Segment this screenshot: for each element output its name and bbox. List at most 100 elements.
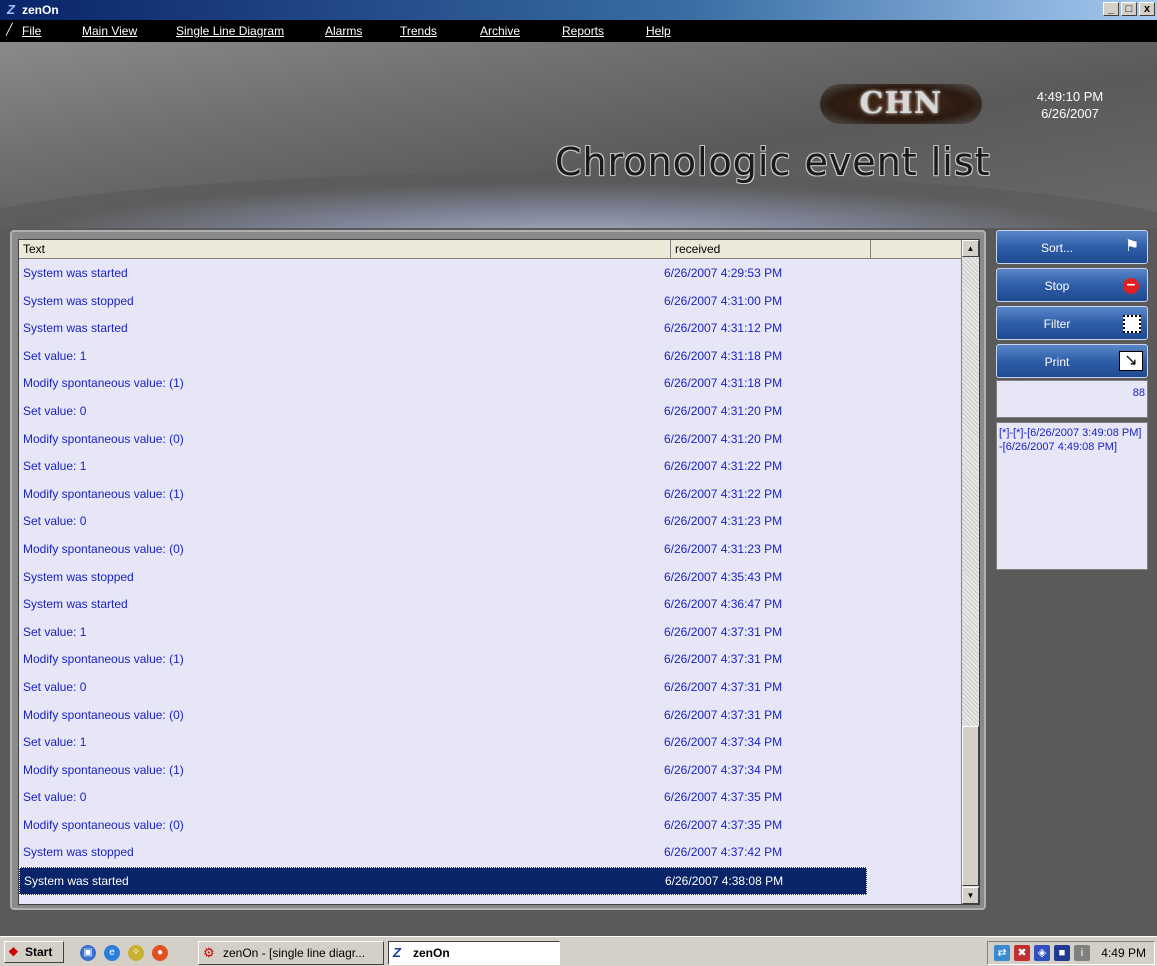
event-received: 6/26/2007 4:37:31 PM: [664, 652, 783, 667]
menu-file[interactable]: File: [22, 24, 41, 38]
table-row[interactable]: Modify spontaneous value: (1) 6/26/2007 4…: [19, 646, 961, 674]
event-received: 6/26/2007 4:37:31 PM: [664, 624, 783, 639]
sort-button[interactable]: Sort... ⚑: [996, 230, 1148, 264]
network-tray-icon[interactable]: ⇄: [994, 945, 1010, 961]
quicklaunch-ie-icon[interactable]: e: [104, 945, 120, 961]
table-row[interactable]: Modify spontaneous value: (0) 6/26/2007 4…: [19, 812, 961, 840]
table-row[interactable]: Modify spontaneous value: (1) 6/26/2007 4…: [19, 757, 961, 785]
volume-muted-tray-icon[interactable]: ✖: [1014, 945, 1030, 961]
start-button[interactable]: ❖ Start: [4, 941, 64, 963]
column-header-received[interactable]: received: [671, 240, 871, 259]
event-text: Modify spontaneous value: (1): [23, 486, 184, 501]
filter-icon: [1123, 315, 1141, 333]
table-row[interactable]: System was started 6/26/2007 4:36:47 PM: [19, 591, 961, 619]
event-text: Set value: 1: [23, 459, 87, 474]
event-text: Set value: 1: [23, 624, 87, 639]
table-row[interactable]: Set value: 0 6/26/2007 4:37:35 PM: [19, 784, 961, 812]
event-text: Set value: 0: [23, 514, 87, 529]
event-text: System was started: [23, 597, 128, 612]
table-row[interactable]: Set value: 1 6/26/2007 4:37:31 PM: [19, 619, 961, 647]
quicklaunch-desktop-icon[interactable]: ▣: [80, 945, 96, 961]
task-zenon-single-line[interactable]: ⚙ zenOn - [single line diagr...: [198, 941, 384, 965]
minimize-button[interactable]: _: [1103, 2, 1119, 16]
event-received: 6/26/2007 4:31:22 PM: [664, 459, 783, 474]
sort-icon: ⚑: [1124, 238, 1140, 255]
sort-button-label: Sort...: [1040, 241, 1073, 255]
event-list-frame: Text received System was started 6/26/200…: [10, 230, 986, 910]
quicklaunch-media-icon[interactable]: ●: [152, 945, 168, 961]
event-received: 6/26/2007 4:37:35 PM: [664, 790, 783, 805]
event-received: 6/26/2007 4:31:22 PM: [664, 486, 783, 501]
header-banner: CHN 4:49:10 PM 6/26/2007 Chronologic eve…: [0, 42, 1157, 228]
table-row[interactable]: System was stopped 6/26/2007 4:35:43 PM: [19, 564, 961, 592]
table-row[interactable]: System was started 6/26/2007 4:31:12 PM: [19, 315, 961, 343]
zenon-app-icon: Z: [7, 2, 15, 17]
print-button[interactable]: Print ↘: [996, 344, 1148, 378]
table-row[interactable]: Modify spontaneous value: (1) 6/26/2007 4…: [19, 481, 961, 509]
menu-alarms[interactable]: Alarms: [325, 24, 362, 38]
quicklaunch-tool-icon[interactable]: ✧: [128, 945, 144, 961]
menu-reports[interactable]: Reports: [562, 24, 604, 38]
event-received: 6/26/2007 4:36:47 PM: [664, 597, 783, 612]
scroll-up-icon[interactable]: ▲: [962, 240, 979, 257]
stop-icon: –: [1123, 277, 1139, 294]
table-row[interactable]: Set value: 1 6/26/2007 4:37:34 PM: [19, 729, 961, 757]
event-received: 6/26/2007 4:29:53 PM: [664, 266, 783, 280]
windows-flag-icon: ❖: [8, 945, 19, 959]
table-row[interactable]: Set value: 0 6/26/2007 4:31:20 PM: [19, 398, 961, 426]
event-received: 6/26/2007 4:31:18 PM: [664, 348, 783, 363]
task-zenon[interactable]: Z zenOn: [388, 941, 560, 965]
task-label: zenOn: [413, 946, 450, 960]
menu-single-line-diagram[interactable]: Single Line Diagram: [176, 24, 284, 38]
event-list[interactable]: Text received System was started 6/26/200…: [18, 239, 980, 905]
table-row[interactable]: System was stopped 6/26/2007 4:31:00 PM: [19, 288, 961, 316]
event-text: Modify spontaneous value: (0): [23, 541, 184, 556]
column-header-empty[interactable]: [871, 240, 963, 259]
table-row[interactable]: Set value: 0 6/26/2007 4:31:23 PM: [19, 508, 961, 536]
stop-button[interactable]: Stop –: [996, 268, 1148, 302]
table-row[interactable]: System was started 6/26/2007 4:29:53 PM: [19, 260, 961, 288]
filter-button[interactable]: Filter: [996, 306, 1148, 340]
table-row[interactable]: Modify spontaneous value: (0) 6/26/2007 4…: [19, 702, 961, 730]
company-logo: CHN: [820, 84, 982, 124]
event-text: Modify spontaneous value: (0): [23, 431, 184, 446]
event-received: 6/26/2007 4:31:20 PM: [664, 403, 783, 418]
scroll-thumb[interactable]: [962, 726, 979, 886]
table-row[interactable]: Set value: 0 6/26/2007 4:37:31 PM: [19, 674, 961, 702]
table-row[interactable]: Set value: 1 6/26/2007 4:31:22 PM: [19, 453, 961, 481]
window-controls: _ □ x: [1103, 2, 1155, 16]
header-clock: 4:49:10 PM 6/26/2007: [1015, 88, 1125, 122]
stop-button-label: Stop: [1044, 279, 1070, 293]
menu-main-view[interactable]: Main View: [82, 24, 137, 38]
start-label: Start: [25, 945, 53, 959]
vertical-scrollbar[interactable]: ▲ ▼: [961, 240, 979, 904]
table-row[interactable]: System was stopped 6/26/2007 4:37:42 PM: [19, 839, 961, 867]
info-tray-icon[interactable]: i: [1074, 945, 1090, 961]
shield-tray-icon[interactable]: ◈: [1034, 945, 1050, 961]
table-row[interactable]: Modify spontaneous value: (0) 6/26/2007 4…: [19, 426, 961, 454]
event-count: 88: [1132, 387, 1145, 399]
header-date: 6/26/2007: [1041, 106, 1099, 121]
taskbar-clock: 4:49 PM: [1101, 946, 1146, 960]
table-row[interactable]: System was started 6/26/2007 4:38:08 PM: [19, 867, 867, 895]
scroll-down-icon[interactable]: ▼: [962, 887, 979, 904]
event-received: 6/26/2007 4:37:31 PM: [664, 679, 783, 694]
menu-archive[interactable]: Archive: [480, 24, 520, 38]
monitor-tray-icon[interactable]: ■: [1054, 945, 1070, 961]
menu-trends[interactable]: Trends: [400, 24, 437, 38]
window-title: zenOn: [22, 3, 59, 17]
menu-marker-icon: ╱: [6, 24, 13, 36]
table-row[interactable]: Modify spontaneous value: (1) 6/26/2007 4…: [19, 370, 961, 398]
menu-help[interactable]: Help: [646, 24, 671, 38]
event-text: Modify spontaneous value: (0): [23, 707, 184, 722]
table-row[interactable]: Modify spontaneous value: (0) 6/26/2007 4…: [19, 536, 961, 564]
column-header-text[interactable]: Text: [19, 240, 671, 259]
event-text: Set value: 1: [23, 735, 87, 750]
event-received: 6/26/2007 4:31:18 PM: [664, 376, 783, 391]
table-row[interactable]: Set value: 1 6/26/2007 4:31:18 PM: [19, 343, 961, 371]
event-text: Set value: 1: [23, 348, 87, 363]
page-title: Chronologic event list: [555, 140, 991, 184]
close-button[interactable]: x: [1139, 2, 1155, 16]
event-text: System was started: [23, 266, 128, 280]
maximize-button[interactable]: □: [1121, 2, 1137, 16]
